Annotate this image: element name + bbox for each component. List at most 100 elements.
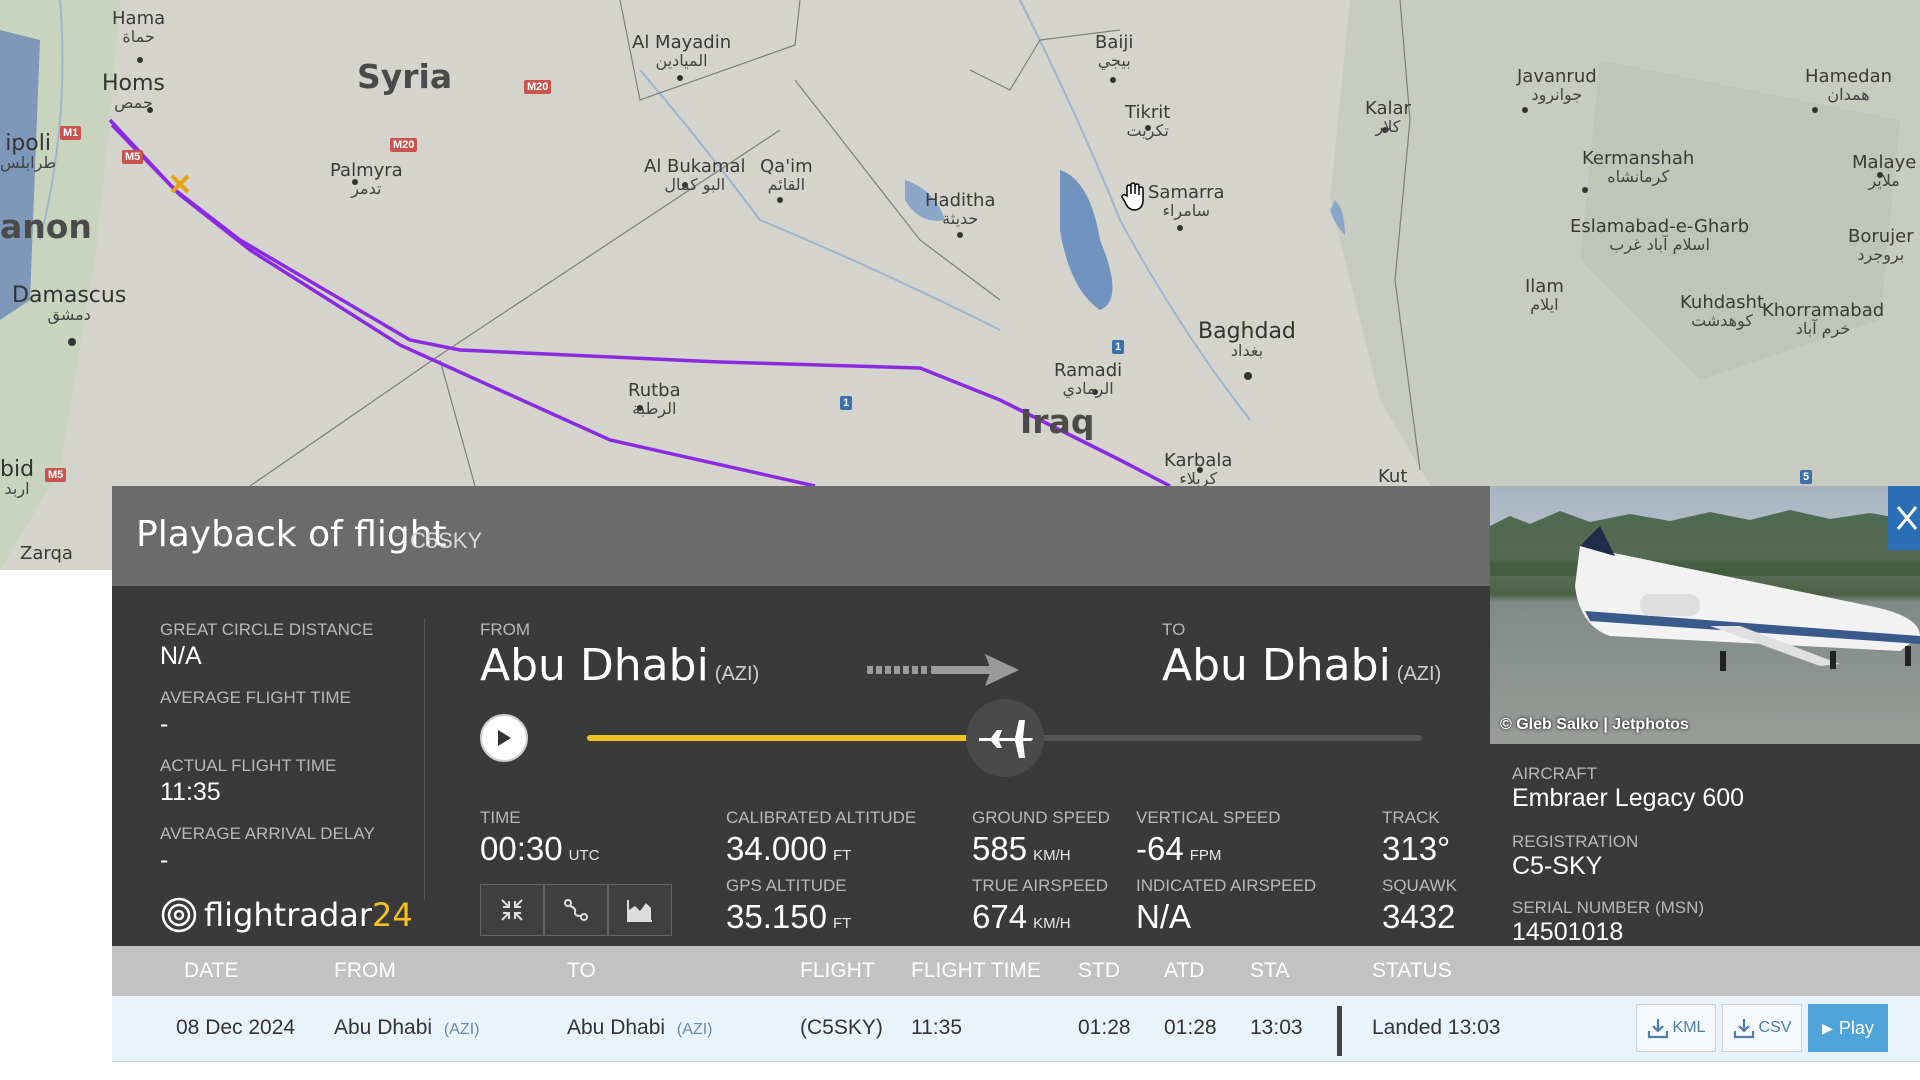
row-flight[interactable]: (C5SKY) [800,1016,883,1040]
row-to[interactable]: Abu Dhabi (AZI) [567,1016,712,1040]
map-place-label: Palmyra تدمر [330,160,403,198]
route-arrow-icon [867,652,1021,693]
msn-value: 14501018 [1512,918,1624,946]
road-shield: M20 [390,138,418,152]
status-indicator [1337,1006,1342,1056]
route-view-button[interactable] [544,884,608,936]
road-shield: M20 [524,80,552,94]
actual-flight-time-label: ACTUAL FLIGHT TIME [160,756,337,775]
column-header[interactable]: STD [1078,959,1120,983]
map-terrain [0,0,1920,570]
map[interactable]: Syria Iraq anon Hama حماة Homs حمص ipoli طر… [0,0,1920,570]
column-header[interactable]: ATD [1164,959,1204,983]
map-place-label: Baghdad بغداد [1198,319,1296,361]
gps-altitude-label: GPS ALTITUDE [726,876,847,895]
time-label: TIME [480,808,521,827]
avg-flight-time-value: - [160,710,169,738]
column-header[interactable]: STA [1250,959,1289,983]
column-header[interactable]: FLIGHT TIME [911,959,1041,983]
row-sta: 13:03 [1250,1016,1303,1039]
map-place-label: Kuhdasht کوهدشت [1680,292,1765,330]
map-place-label: Hamedan همدان [1805,66,1893,104]
actual-flight-time-value: 11:35 [160,778,221,806]
map-place-label: Tikrit تكريت [1125,102,1171,140]
altitude-graph-button[interactable] [608,884,672,936]
map-place-label: Ilam ایلام [1525,276,1564,314]
avg-arrival-delay-value: - [160,846,169,874]
photo-credit[interactable]: © Gleb Salko | Jetphotos [1500,716,1689,734]
download-csv-button[interactable]: CSV [1722,1004,1802,1052]
map-country-label: anon [0,207,92,246]
close-button[interactable] [1888,486,1920,550]
map-place-label: Zarqa [20,543,73,564]
from-label: FROM [480,620,531,639]
to-label: TO [1162,620,1186,639]
time-value: 00:30 UTC [480,830,600,867]
msn-label: SERIAL NUMBER (MSN) [1512,898,1705,917]
collapse-view-button[interactable] [480,884,544,936]
ground-speed-label: GROUND SPEED [972,808,1110,827]
map-place-label: Kermanshah کرمانشاه [1582,148,1695,186]
map-place-label: Khorramabad خرم آباد [1762,300,1885,338]
flight-playback-panel: Playback of flight C5SKY GREAT CIRCLE DI… [112,486,1920,1080]
play-flight-button[interactable]: ▶ Play [1808,1004,1888,1052]
aircraft-label: AIRCRAFT [1512,764,1597,783]
avg-flight-time-label: AVERAGE FLIGHT TIME [160,688,351,707]
panel-header: Playback of flight C5SKY [112,486,1490,586]
track-value: 313° [1382,830,1451,867]
playback-progress [587,735,1005,741]
squawk-value: 3432 [1382,898,1456,935]
true-airspeed-label: TRUE AIRSPEED [972,876,1109,895]
road-shield: 1 [840,396,853,410]
callsign: C5SKY [410,528,483,553]
map-place-label: Al Bukamal البو كمال [644,156,746,194]
road-shield: 1 [1112,340,1125,354]
map-place-label: Malaye ملاير [1852,152,1917,190]
calibrated-altitude-value: 34.000 FT [726,830,852,867]
map-place-label: Karbala كربلاء [1164,450,1233,488]
row-from[interactable]: Abu Dhabi (AZI) [334,1016,479,1040]
squawk-label: SQUAWK [1382,876,1457,895]
download-kml-button[interactable]: KML [1636,1004,1716,1052]
table-row[interactable]: 08 Dec 2024 Abu Dhabi (AZI) Abu Dhabi (A… [112,996,1920,1062]
column-header[interactable]: FROM [334,959,396,983]
indicated-airspeed-value: N/A [1136,898,1192,935]
aircraft-photo[interactable]: © Gleb Salko | Jetphotos [1490,486,1920,744]
play-button[interactable] [480,714,528,762]
vertical-speed-value: -64 FPM [1136,830,1222,867]
flight-info: GREAT CIRCLE DISTANCE N/A AVERAGE FLIGHT… [112,586,1490,946]
table-row [112,1062,1920,1080]
registration-value: C5-SKY [1512,852,1603,880]
panel-title: Playback of flight [136,514,447,555]
close-icon [1896,506,1918,530]
column-header[interactable]: FLIGHT [800,959,875,983]
map-place-label: Baiji بيجي [1095,32,1134,70]
flightradar24-logo: flightradar24 [160,896,413,934]
route-icon [564,899,588,921]
gcd-value: N/A [160,642,202,670]
map-place-label: Borujer بروجرد [1848,226,1914,264]
divider [424,618,425,900]
from-airport: Abu Dhabi (AZI) [480,640,760,691]
column-header[interactable]: STATUS [1372,959,1452,983]
map-place-label: Kalar كلار [1365,98,1411,136]
gcd-label: GREAT CIRCLE DISTANCE [160,620,374,639]
registration-label: REGISTRATION [1512,832,1639,851]
play-icon [498,730,511,746]
airplane-icon[interactable] [965,699,1044,777]
aircraft-card: © Gleb Salko | Jetphotos AIRCRAFT Embrae… [1490,486,1920,946]
map-country-label: Syria [357,57,453,96]
map-place-label: Kut [1378,466,1408,487]
column-header[interactable]: DATE [184,959,238,983]
row-flight-time: 11:35 [911,1016,962,1039]
track-label: TRACK [1382,808,1440,827]
map-place-label: bid اربد [0,457,35,499]
to-airport: Abu Dhabi (AZI) [1162,640,1442,691]
column-header[interactable]: TO [567,959,596,983]
playback-slider[interactable] [587,699,1422,777]
map-place-label: Homs حمص [102,71,165,113]
map-place-label: Rutba الرطبة [628,380,681,418]
table-header: DATE FROM TO FLIGHT FLIGHT TIME STD ATD … [112,946,1920,996]
avg-arrival-delay-label: AVERAGE ARRIVAL DELAY [160,824,375,843]
calibrated-altitude-label: CALIBRATED ALTITUDE [726,808,917,827]
